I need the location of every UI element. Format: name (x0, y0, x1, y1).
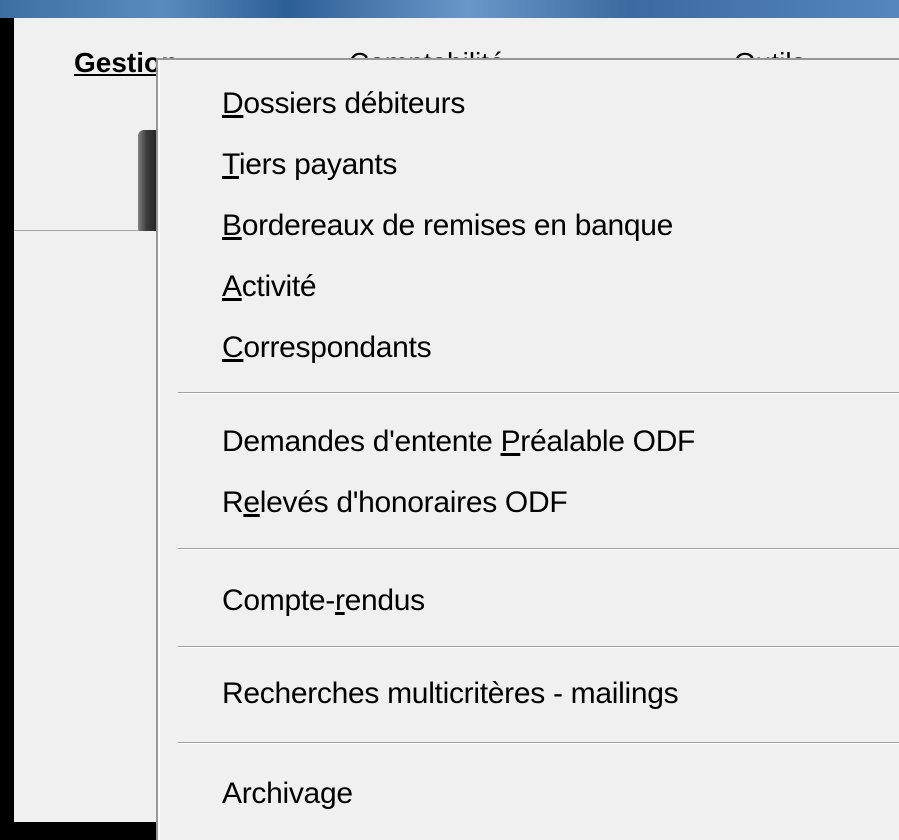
menu-item-dossiers-debiteurs[interactable]: Dossiers débiteurs (222, 87, 465, 121)
menu-separator (178, 742, 899, 744)
menu-item-demandes-entente[interactable]: Demandes d'entente Préalable ODF (222, 425, 695, 459)
window-title-bar (0, 0, 899, 18)
menu-item-tiers-payants[interactable]: Tiers payants (222, 148, 397, 182)
gestion-dropdown-menu: Dossiers débiteurs Tiers payants Bordere… (156, 58, 899, 840)
menu-item-correspondants[interactable]: Correspondants (222, 331, 432, 365)
menu-item-activite[interactable]: Activité (222, 270, 317, 304)
menu-separator (178, 548, 899, 550)
menu-gutter (158, 60, 160, 840)
menu-item-compte-rendus[interactable]: Compte-rendus (222, 584, 425, 618)
menu-item-recherches-multicriteres[interactable]: Recherches multicritères - mailings (222, 677, 679, 711)
menu-item-bordereaux-remises[interactable]: Bordereaux de remises en banque (222, 209, 673, 243)
menu-item-archivage[interactable]: Archivage (222, 777, 353, 811)
menu-separator (178, 646, 899, 648)
menu-item-releves-honoraires[interactable]: Relevés d'honoraires ODF (222, 486, 568, 520)
menu-separator (178, 392, 899, 394)
